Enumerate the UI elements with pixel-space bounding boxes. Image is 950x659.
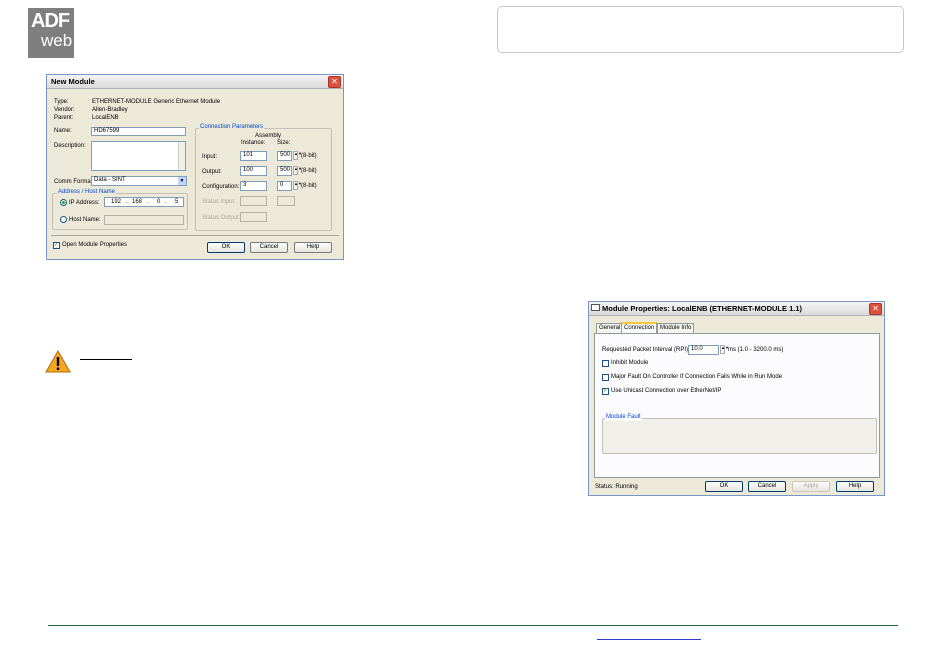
connection-parameters-title: Connection Parameters bbox=[199, 124, 265, 131]
module-properties-dialog: Module Properties: LocalENB (ETHERNET-MO… bbox=[588, 301, 885, 496]
parent-label: Parent: bbox=[54, 115, 74, 121]
address-group-title: Address / Host Name bbox=[57, 189, 117, 196]
host-name-label: Host Name: bbox=[69, 217, 101, 223]
tab-general[interactable]: General bbox=[596, 323, 624, 333]
tab-connection[interactable]: Connection bbox=[621, 322, 658, 333]
configuration-instance-field[interactable]: 3 bbox=[240, 181, 267, 191]
output-size-spinner[interactable]: ▲▼ bbox=[293, 166, 302, 175]
divider bbox=[51, 235, 339, 236]
tab-module-info[interactable]: Module Info bbox=[657, 323, 695, 333]
ip-address-radio[interactable] bbox=[60, 199, 67, 206]
header-box bbox=[497, 6, 904, 53]
input-unit: (8-bit) bbox=[301, 153, 317, 159]
comm-format-value: Data - SINT bbox=[94, 177, 126, 183]
output-unit: (8-bit) bbox=[301, 168, 317, 174]
warning-underline bbox=[80, 359, 132, 360]
comm-format-label: Comm Format: bbox=[54, 179, 95, 185]
status-input-label: Status Input: bbox=[202, 199, 236, 205]
major-fault-checkbox[interactable] bbox=[602, 374, 609, 381]
module-fault-group bbox=[602, 418, 877, 454]
ip-dot: . bbox=[165, 199, 167, 205]
window-icon bbox=[591, 304, 600, 311]
description-label: Description: bbox=[54, 143, 86, 149]
dialog-title: New Module bbox=[51, 77, 95, 86]
status-text: Status: Running bbox=[595, 484, 638, 490]
unicast-label: Use Unicast Connection over EtherNet/IP bbox=[611, 388, 722, 394]
input-size-spinner[interactable]: ▲▼ bbox=[293, 151, 302, 160]
rpi-label: Requested Packet Interval (RPI): bbox=[602, 347, 690, 353]
type-label: Type: bbox=[54, 99, 69, 105]
configuration-unit: (8-bit) bbox=[301, 183, 317, 189]
inhibit-module-label: Inhibit Module bbox=[611, 360, 649, 366]
status-input-field[interactable] bbox=[240, 196, 267, 206]
connection-tab-panel bbox=[594, 333, 880, 478]
inhibit-module-checkbox[interactable] bbox=[602, 360, 609, 367]
size-header: Size: bbox=[277, 140, 291, 146]
host-name-radio[interactable] bbox=[60, 216, 67, 223]
comm-format-select[interactable]: Data - SINT ▼ bbox=[91, 176, 187, 186]
help-button[interactable]: Help bbox=[294, 242, 332, 253]
ip-address-field[interactable]: 192 . 168 . 0 . 5 bbox=[104, 197, 184, 207]
instance-header: Instance: bbox=[241, 140, 266, 146]
output-size-field[interactable]: 500 bbox=[277, 166, 292, 176]
status-input-size-field[interactable] bbox=[277, 196, 295, 206]
name-label: Name: bbox=[54, 128, 72, 134]
vendor-value: Allen-Bradley bbox=[92, 107, 128, 113]
parent-value: LocalENB bbox=[92, 115, 119, 121]
ip-dot: . bbox=[126, 199, 128, 205]
new-module-titlebar: New Module ✕ bbox=[47, 75, 343, 89]
ip-octet-4: 5 bbox=[175, 199, 179, 205]
adfweb-logo: ADF web bbox=[28, 8, 74, 58]
apply-button[interactable]: Apply bbox=[792, 481, 830, 492]
input-size-field[interactable]: 500 bbox=[277, 151, 292, 161]
footer-divider bbox=[48, 625, 898, 626]
input-label: Input: bbox=[202, 154, 218, 160]
ok-button[interactable]: OK bbox=[207, 242, 245, 253]
close-icon[interactable]: ✕ bbox=[869, 303, 882, 315]
vendor-label: Vendor: bbox=[54, 107, 75, 113]
new-module-dialog: New Module ✕ Type: ETHERNET-MODULE Gener… bbox=[46, 74, 344, 260]
module-properties-titlebar: Module Properties: LocalENB (ETHERNET-MO… bbox=[589, 302, 884, 316]
ip-octet-3: 0 bbox=[157, 199, 161, 205]
chevron-down-icon[interactable]: ▼ bbox=[178, 177, 186, 185]
host-name-field[interactable] bbox=[104, 215, 184, 225]
ip-octet-2: 168 bbox=[132, 199, 143, 205]
close-icon[interactable]: ✕ bbox=[328, 76, 341, 88]
logo-text-web: web bbox=[41, 31, 73, 50]
open-module-properties-checkbox[interactable]: ✓ bbox=[53, 242, 60, 249]
output-label: Output: bbox=[202, 169, 222, 175]
cancel-button[interactable]: Cancel bbox=[250, 242, 288, 253]
help-button[interactable]: Help bbox=[836, 481, 874, 492]
ip-dot: . bbox=[147, 199, 149, 205]
rpi-spinner[interactable]: ▲▼ bbox=[720, 345, 729, 354]
type-value: ETHERNET-MODULE Generic Ethernet Module bbox=[92, 99, 221, 105]
module-properties-title: Module Properties: LocalENB (ETHERNET-MO… bbox=[602, 304, 803, 313]
unicast-checkbox[interactable]: ✓ bbox=[602, 388, 609, 395]
open-module-properties-label: Open Module Properties bbox=[62, 242, 128, 248]
major-fault-label: Major Fault On Controller If Connection … bbox=[611, 374, 783, 380]
logo-text-adf: ADF bbox=[31, 10, 70, 32]
rpi-unit: ms (1.0 - 3200.0 ms) bbox=[728, 347, 784, 353]
description-scrollbar[interactable] bbox=[178, 142, 185, 170]
warning-icon bbox=[45, 350, 71, 373]
cancel-button[interactable]: Cancel bbox=[748, 481, 786, 492]
configuration-label: Configuration: bbox=[202, 184, 240, 190]
output-instance-field[interactable]: 100 bbox=[240, 166, 267, 176]
configuration-size-field[interactable]: 0 bbox=[277, 181, 292, 191]
status-output-label: Status Output: bbox=[202, 215, 241, 221]
ok-button[interactable]: OK bbox=[705, 481, 743, 492]
status-output-field[interactable] bbox=[240, 212, 267, 222]
rpi-field[interactable]: 10.0 bbox=[688, 345, 719, 355]
configuration-size-spinner[interactable]: ▲▼ bbox=[293, 181, 302, 190]
ip-address-label: IP Address: bbox=[69, 200, 100, 206]
module-fault-title: Module Fault bbox=[605, 414, 642, 421]
description-field[interactable] bbox=[91, 141, 186, 171]
footer-link[interactable] bbox=[597, 639, 701, 640]
input-instance-field[interactable]: 101 bbox=[240, 151, 267, 161]
ip-octet-1: 192 bbox=[111, 199, 122, 205]
name-field[interactable]: HD67599 bbox=[91, 127, 186, 136]
assembly-header: Assembly bbox=[255, 133, 282, 139]
